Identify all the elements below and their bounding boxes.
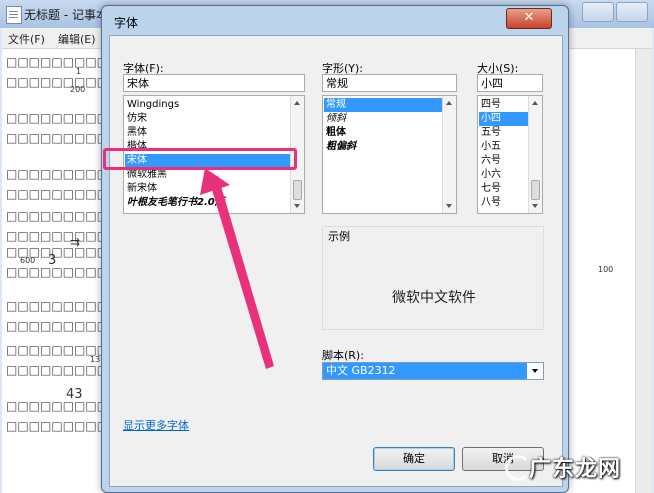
watermark-text: 广东龙网 (529, 457, 622, 482)
watermark-logo-icon (505, 455, 531, 481)
annotation-arrow (200, 168, 274, 369)
arrow-shaft (209, 176, 274, 369)
site-watermark: 广东龙网 (503, 447, 653, 487)
